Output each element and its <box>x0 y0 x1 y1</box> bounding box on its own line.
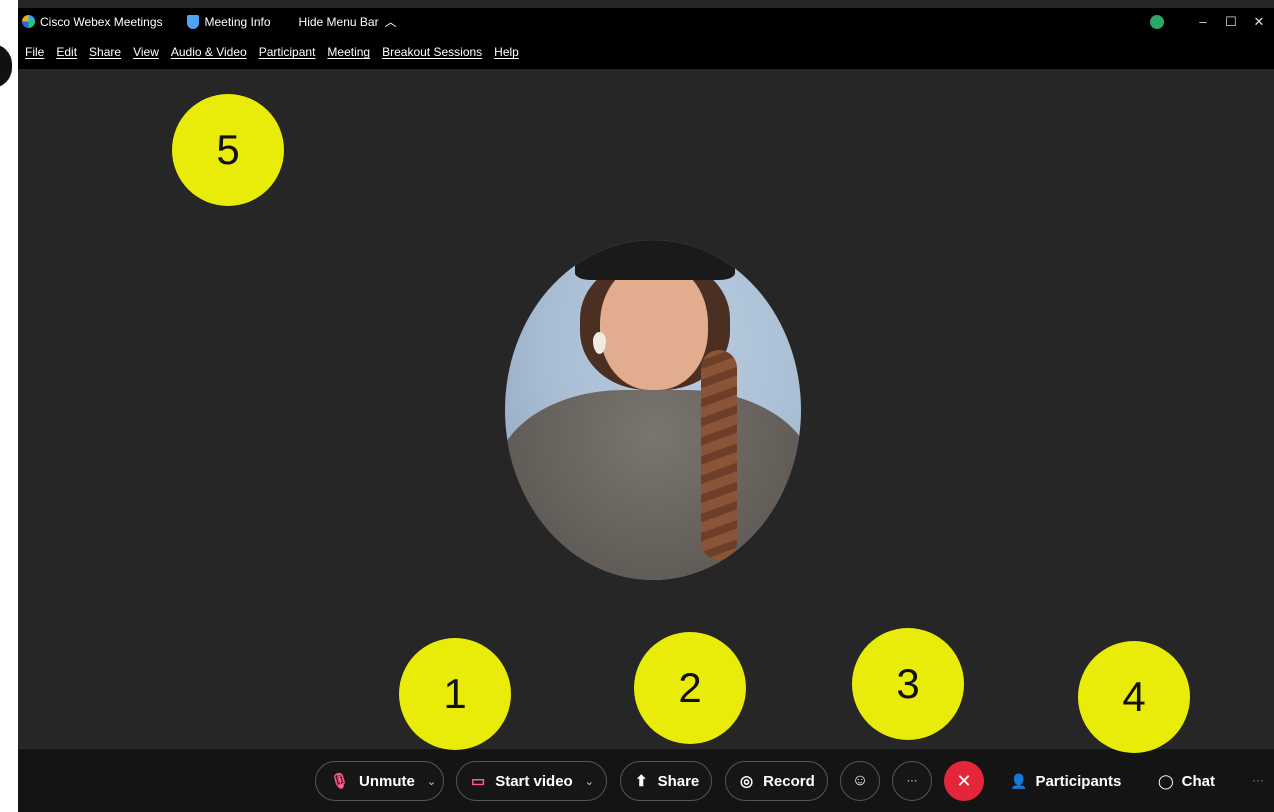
record-label: Record <box>763 772 815 790</box>
chat-label: Chat <box>1181 772 1216 790</box>
chat-button[interactable]: ◯ Chat <box>1158 761 1215 801</box>
menu-bar: File Edit Share View Audio & Video Parti… <box>18 35 1274 69</box>
title-bar: Cisco Webex Meetings Meeting Info Hide M… <box>18 8 1274 35</box>
edge-indicator <box>0 44 12 88</box>
menu-view[interactable]: View <box>133 45 159 59</box>
participants-icon: 👤 <box>1010 772 1028 789</box>
hide-menu-label: Hide Menu Bar <box>298 14 379 29</box>
meeting-controls-bar: 🎙 Unmute ⌄ ▭ Start video ⌄ ⬆ Share ◎ Rec… <box>18 748 1274 812</box>
network-status-icon[interactable] <box>1150 14 1164 29</box>
unmute-label: Unmute <box>359 772 415 790</box>
shield-icon[interactable] <box>186 14 199 29</box>
menu-audio-video[interactable]: Audio & Video <box>171 45 247 59</box>
mic-off-icon: 🎙 <box>330 773 350 790</box>
menu-file[interactable]: File <box>25 45 44 59</box>
record-button[interactable]: ◎ Record <box>725 761 828 801</box>
video-off-icon: ▭ <box>471 773 486 790</box>
menu-edit[interactable]: Edit <box>56 45 77 59</box>
menu-breakout-sessions[interactable]: Breakout Sessions <box>382 45 482 59</box>
hide-menu-bar-button[interactable]: Hide Menu Bar ︿ <box>299 13 397 30</box>
share-label: Share <box>657 772 700 790</box>
start-video-label: Start video <box>495 772 573 790</box>
participants-label: Participants <box>1035 772 1122 790</box>
reactions-icon: ☺ <box>851 772 869 789</box>
share-button[interactable]: ⬆ Share <box>620 761 712 801</box>
chevron-up-icon: ︿ <box>384 15 397 29</box>
more-options-button[interactable]: ··· <box>892 761 932 801</box>
menu-meeting[interactable]: Meeting <box>327 45 370 59</box>
participants-button[interactable]: 👤 Participants <box>1010 761 1121 801</box>
maximize-button[interactable]: ☐ <box>1220 14 1242 30</box>
end-meeting-button[interactable]: ✕ <box>944 761 984 801</box>
chevron-down-icon[interactable]: ⌄ <box>427 775 436 788</box>
callout-1: 1 <box>399 638 511 750</box>
menu-participant[interactable]: Participant <box>259 45 316 59</box>
participant-avatar <box>505 240 801 580</box>
overflow-menu-icon[interactable]: ··· <box>1252 773 1264 787</box>
webex-logo-icon <box>22 15 35 28</box>
reactions-button[interactable]: ☺ <box>840 761 880 801</box>
meeting-info-button[interactable]: Meeting Info <box>205 15 271 29</box>
more-icon: ··· <box>906 775 918 787</box>
start-video-button[interactable]: ▭ Start video ⌄ <box>456 761 607 801</box>
callout-2: 2 <box>634 632 746 744</box>
share-screen-icon: ⬆ <box>635 773 648 790</box>
unmute-button[interactable]: 🎙 Unmute ⌄ <box>315 761 444 801</box>
close-button[interactable]: ✕ <box>1248 14 1270 30</box>
chevron-down-icon[interactable]: ⌄ <box>585 775 594 788</box>
menu-share[interactable]: Share <box>89 45 121 59</box>
callout-4: 4 <box>1078 641 1190 753</box>
app-title: Cisco Webex Meetings <box>22 15 163 29</box>
minimize-button[interactable]: – <box>1192 14 1214 29</box>
record-icon: ◎ <box>740 773 754 790</box>
callout-5: 5 <box>172 94 284 206</box>
app-name: Cisco Webex Meetings <box>40 14 163 29</box>
chat-bubble-icon: ◯ <box>1158 772 1174 789</box>
window-controls: – ☐ ✕ <box>1150 8 1270 35</box>
close-icon: ✕ <box>956 770 972 791</box>
menu-help[interactable]: Help <box>494 45 519 59</box>
callout-3: 3 <box>852 628 964 740</box>
